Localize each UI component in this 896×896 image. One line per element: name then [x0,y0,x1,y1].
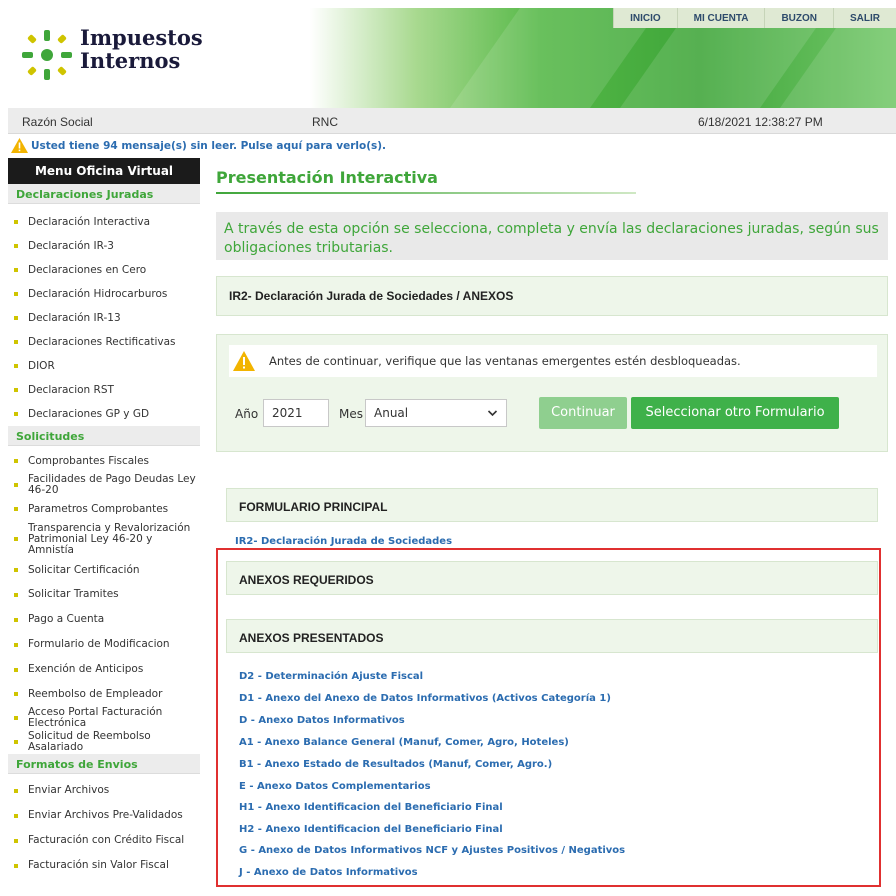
anexos-requeridos-heading: ANEXOS REQUERIDOS [226,561,878,595]
sidebar-item-declaraciones-cero[interactable]: Declaraciones en Cero [8,258,200,282]
nav-mi-cuenta[interactable]: MI CUENTA [676,8,765,28]
link-anexo-d1[interactable]: D1 - Anexo del Anexo de Datos Informativ… [239,693,611,704]
link-ir2-principal[interactable]: IR2- Declaración Jurada de Sociedades [235,536,452,547]
link-anexo-e[interactable]: E - Anexo Datos Complementarios [239,781,431,792]
nav-buzon[interactable]: BUZON [764,8,833,28]
sidebar-title: Menu Oficina Virtual [8,158,200,184]
top-nav: INICIO MI CUENTA BUZON SALIR [613,8,896,28]
warning-icon [11,138,28,153]
sidebar-item-facilidades-pago[interactable]: Facilidades de Pago Deudas Ley 46-20 [8,472,200,498]
sidebar-item-facturacion-credito[interactable]: Facturación con Crédito Fiscal [8,828,200,853]
sidebar-item-transparencia[interactable]: Transparencia y Revalorización Patrimoni… [8,520,200,558]
sidebar-item-gp-gd[interactable]: Declaraciones GP y GD [8,402,200,426]
sidebar-item-reembolso-asalariado[interactable]: Solicitud de Reembolso Asalariado [8,730,200,754]
sidebar-menu: Menu Oficina Virtual Declaraciones Jurad… [8,158,200,896]
month-select-value: Anual [374,406,409,420]
page-title: Presentación Interactiva [216,168,438,187]
anexos-presentados-heading: ANEXOS PRESENTADOS [226,619,878,653]
link-anexo-a1[interactable]: A1 - Anexo Balance General (Manuf, Comer… [239,737,569,748]
month-label: Mes [339,407,363,421]
select-other-form-button[interactable]: Seleccionar otro Formulario [631,397,839,429]
brand-line-1: Impuestos [80,25,203,50]
header-banner: Impuestos Internos INICIO MI CUENTA BUZO… [8,8,896,108]
sidebar-item-declaracion-interactiva[interactable]: Declaración Interactiva [8,210,200,234]
year-input[interactable]: 2021 [263,399,329,427]
year-label: Año [235,407,259,421]
brand-name: Impuestos Internos [80,26,203,72]
sidebar-item-rectificativas[interactable]: Declaraciones Rectificativas [8,330,200,354]
sidebar-item-declaracion-ir13[interactable]: Declaración IR-13 [8,306,200,330]
link-anexo-b1[interactable]: B1 - Anexo Estado de Resultados (Manuf, … [239,759,552,770]
link-anexo-d[interactable]: D - Anexo Datos Informativos [239,715,405,726]
sidebar-item-reembolso-empleador[interactable]: Reembolso de Empleador [8,682,200,706]
sidebar-item-parametros-comprobantes[interactable]: Parametros Comprobantes [8,498,200,520]
page-description: A través de esta opción se selecciona, c… [216,212,888,260]
razon-social-label: Razón Social [22,115,93,129]
sidebar-item-exencion-anticipos[interactable]: Exención de Anticipos [8,657,200,682]
month-select[interactable]: Anual [365,399,507,427]
link-anexo-d2[interactable]: D2 - Determinación Ajuste Fiscal [239,671,423,682]
rnc-label: RNC [312,115,338,129]
sidebar-item-facturacion-sin-valor[interactable]: Facturación sin Valor Fiscal [8,853,200,878]
sidebar-item-pago-cuenta[interactable]: Pago a Cuenta [8,607,200,632]
popup-alert-text: Antes de continuar, verifique que las ve… [269,354,741,368]
sidebar-item-hidrocarburos[interactable]: Declaración Hidrocarburos [8,282,200,306]
link-anexo-j[interactable]: J - Anexo de Datos Informativos [239,867,418,878]
unread-messages-text: Usted tiene 94 mensaje(s) sin leer. Puls… [31,140,387,152]
sidebar-section-formatos-envios: Formatos de Envios [8,754,200,774]
popup-alert: Antes de continuar, verifique que las ve… [229,345,877,377]
sidebar-item-solicitar-certificacion[interactable]: Solicitar Certificación [8,558,200,582]
sun-logo-icon [22,30,72,80]
continue-button[interactable]: Continuar [539,397,627,429]
account-info-bar: Razón Social RNC 6/18/2021 12:38:27 PM [8,108,896,134]
sidebar-section-solicitudes: Solicitudes [8,426,200,446]
link-anexo-h2[interactable]: H2 - Anexo Identificacion del Beneficiar… [239,824,503,835]
link-anexo-h1[interactable]: H1 - Anexo Identificacion del Beneficiar… [239,802,503,813]
sidebar-item-portal-facturacion[interactable]: Acceso Portal Facturación Electrónica [8,706,200,730]
logo[interactable]: Impuestos Internos [22,24,203,84]
sidebar-item-declaracion-ir3[interactable]: Declaración IR-3 [8,234,200,258]
session-datetime: 6/18/2021 12:38:27 PM [698,115,823,129]
selected-form-name: IR2- Declaración Jurada de Sociedades / … [216,276,888,316]
formulario-principal-heading: FORMULARIO PRINCIPAL [226,488,878,522]
title-underline [216,192,636,194]
brand-line-2: Internos [80,48,181,73]
sidebar-item-formulario-modificacion[interactable]: Formulario de Modificacion [8,632,200,657]
unread-messages-notice[interactable]: Usted tiene 94 mensaje(s) sin leer. Puls… [8,136,896,156]
chevron-down-icon [487,410,498,417]
warning-icon [233,351,255,371]
sidebar-item-declaracion-rst[interactable]: Declaracion RST [8,378,200,402]
nav-inicio[interactable]: INICIO [613,8,677,28]
sidebar-item-dior[interactable]: DIOR [8,354,200,378]
nav-salir[interactable]: SALIR [833,8,896,28]
sidebar-item-enviar-prevalidados[interactable]: Enviar Archivos Pre-Validados [8,803,200,828]
sidebar-item-solicitar-tramites[interactable]: Solicitar Tramites [8,582,200,607]
sidebar-section-declaraciones: Declaraciones Juradas [8,184,200,204]
sidebar-item-comprobantes-fiscales[interactable]: Comprobantes Fiscales [8,450,200,472]
filter-panel: Antes de continuar, verifique que las ve… [216,334,888,452]
link-anexo-g[interactable]: G - Anexo de Datos Informativos NCF y Aj… [239,845,625,856]
sidebar-item-enviar-archivos[interactable]: Enviar Archivos [8,778,200,803]
